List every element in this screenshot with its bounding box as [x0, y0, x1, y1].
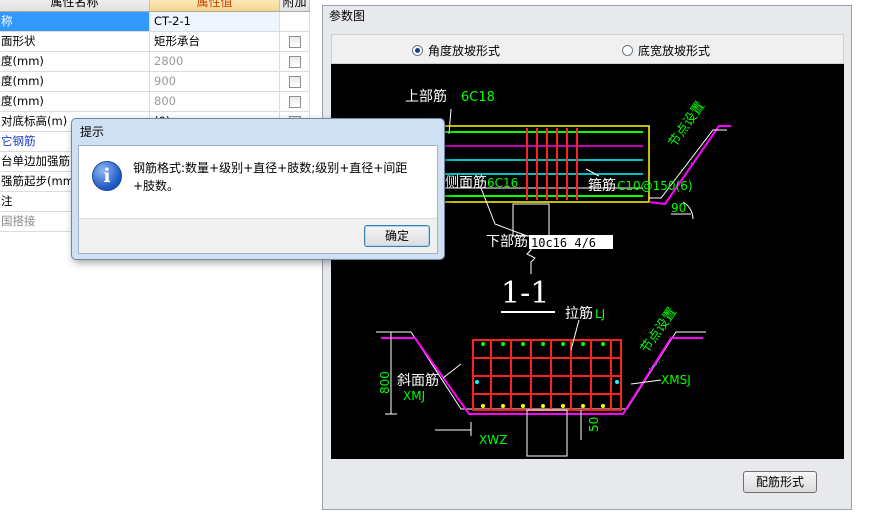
grid-row[interactable]: 度(mm) 900 — [0, 72, 310, 92]
node-setting-top: 节点设置 — [666, 99, 708, 150]
side-rebar-value: 6C16 — [487, 176, 518, 190]
radio-width-slope[interactable]: 底宽放坡形式 — [622, 42, 710, 59]
grid-cell-name[interactable]: 度(mm) — [0, 72, 150, 91]
dialog-body: i 钢筋格式:数量+级别+直径+肢数;级别+直径+间距+肢数。 确定 — [78, 145, 438, 254]
tie-value: LJ — [595, 307, 605, 321]
node-setting-bottom: 节点设置 — [638, 305, 680, 356]
bottom-nodes — [481, 404, 605, 408]
dialog-content: i 钢筋格式:数量+级别+直径+肢数;级别+直径+间距+肢数。 — [79, 146, 437, 220]
pile-outline — [512, 203, 550, 237]
header-attach[interactable]: 附加 — [280, 0, 310, 11]
dim-50: 50 — [587, 417, 601, 432]
side-rebar-label: 侧面筋 — [445, 174, 487, 191]
grid-cell-value[interactable]: CT-2-1 — [150, 12, 280, 31]
radio-unselected-icon[interactable] — [622, 45, 633, 56]
grid-header: 属性名称 属性值 附加 — [0, 0, 310, 12]
section-label: 1-1 — [501, 276, 549, 311]
angle-value: 90 — [671, 201, 686, 215]
grid-row[interactable]: 称 CT-2-1 — [0, 12, 310, 32]
info-dialog: 提示 i 钢筋格式:数量+级别+直径+肢数;级别+直径+间距+肢数。 确定 — [71, 118, 445, 260]
radio-angle-slope[interactable]: 角度放坡形式 — [412, 42, 500, 59]
info-icon: i — [92, 161, 122, 191]
grid-cell-name[interactable]: 度(mm) — [0, 92, 150, 111]
top-rebar-label: 上部筋 — [405, 88, 447, 105]
grid-cell-attach — [280, 52, 310, 71]
bottom-rebar-label: 下部筋 — [486, 233, 528, 250]
grid-cell-attach — [280, 12, 310, 31]
panel-title: 参数图 — [329, 9, 366, 23]
top-rebar-value: 6C18 — [461, 90, 495, 105]
grid-cell-attach — [280, 92, 310, 111]
grid-cell-value[interactable]: 800 — [150, 92, 280, 111]
attach-checkbox[interactable] — [288, 75, 301, 88]
grid-cell-value[interactable]: 2800 — [150, 52, 280, 71]
attach-checkbox[interactable] — [288, 35, 301, 48]
dialog-title[interactable]: 提示 — [72, 119, 444, 145]
grid-cell-name[interactable]: 面形状 — [0, 32, 150, 51]
radio-group: 角度放坡形式 底宽放坡形式 — [331, 34, 844, 64]
radio-selected-icon[interactable] — [412, 45, 423, 56]
cap-drawing: 800 50 XWZ 拉筋 LJ 斜面筋 XMJ XMSJ 节点设置 — [376, 305, 706, 457]
pile-outline-bottom — [526, 409, 568, 457]
header-name[interactable]: 属性名称 — [0, 0, 150, 11]
bottom-rebar-value: 10c16 4/6 — [531, 236, 596, 250]
slope-rebar-label: 斜面筋 — [397, 372, 439, 389]
dim-800: 800 — [378, 371, 392, 394]
grid-cell-name[interactable]: 称 — [0, 12, 150, 31]
xwz-label: XWZ — [479, 433, 507, 447]
grid-cell-value[interactable]: 矩形承台 — [150, 32, 280, 51]
grid-cell-name[interactable]: 度(mm) — [0, 52, 150, 71]
attach-checkbox[interactable] — [288, 95, 301, 108]
header-value[interactable]: 属性值 — [150, 0, 280, 11]
grid-row[interactable]: 度(mm) 800 — [0, 92, 310, 112]
grid-cell-attach — [280, 72, 310, 91]
xmsj-label: XMSJ — [661, 373, 691, 387]
grid-cell-attach — [280, 32, 310, 51]
section-1-1-drawing: 上部筋 6C18 侧面筋 6C16 箍筋 C10@150(6) 90 下部筋 1… — [405, 88, 731, 313]
tie-label: 拉筋 — [565, 305, 593, 322]
ok-button[interactable]: 确定 — [364, 225, 430, 247]
grid-row[interactable]: 度(mm) 2800 — [0, 52, 310, 72]
radio-angle-label: 角度放坡形式 — [428, 44, 501, 58]
cage-nodes — [481, 342, 605, 346]
dialog-message: 钢筋格式:数量+级别+直径+肢数;级别+直径+间距+肢数。 — [133, 161, 408, 193]
attach-checkbox[interactable] — [288, 55, 301, 68]
grid-cell-value[interactable]: 900 — [150, 72, 280, 91]
dialog-footer: 确定 — [79, 218, 437, 253]
stirrup-label: 箍筋 — [588, 177, 616, 194]
slope-rebar-value: XMJ — [403, 389, 425, 403]
radio-width-label: 底宽放坡形式 — [638, 44, 711, 58]
rebar-style-button[interactable]: 配筋形式 — [743, 471, 817, 493]
stirrup-value: C10@150(6) — [617, 179, 693, 193]
grid-row[interactable]: 面形状 矩形承台 — [0, 32, 310, 52]
cage-bars — [473, 340, 621, 410]
stirrups — [526, 128, 578, 200]
